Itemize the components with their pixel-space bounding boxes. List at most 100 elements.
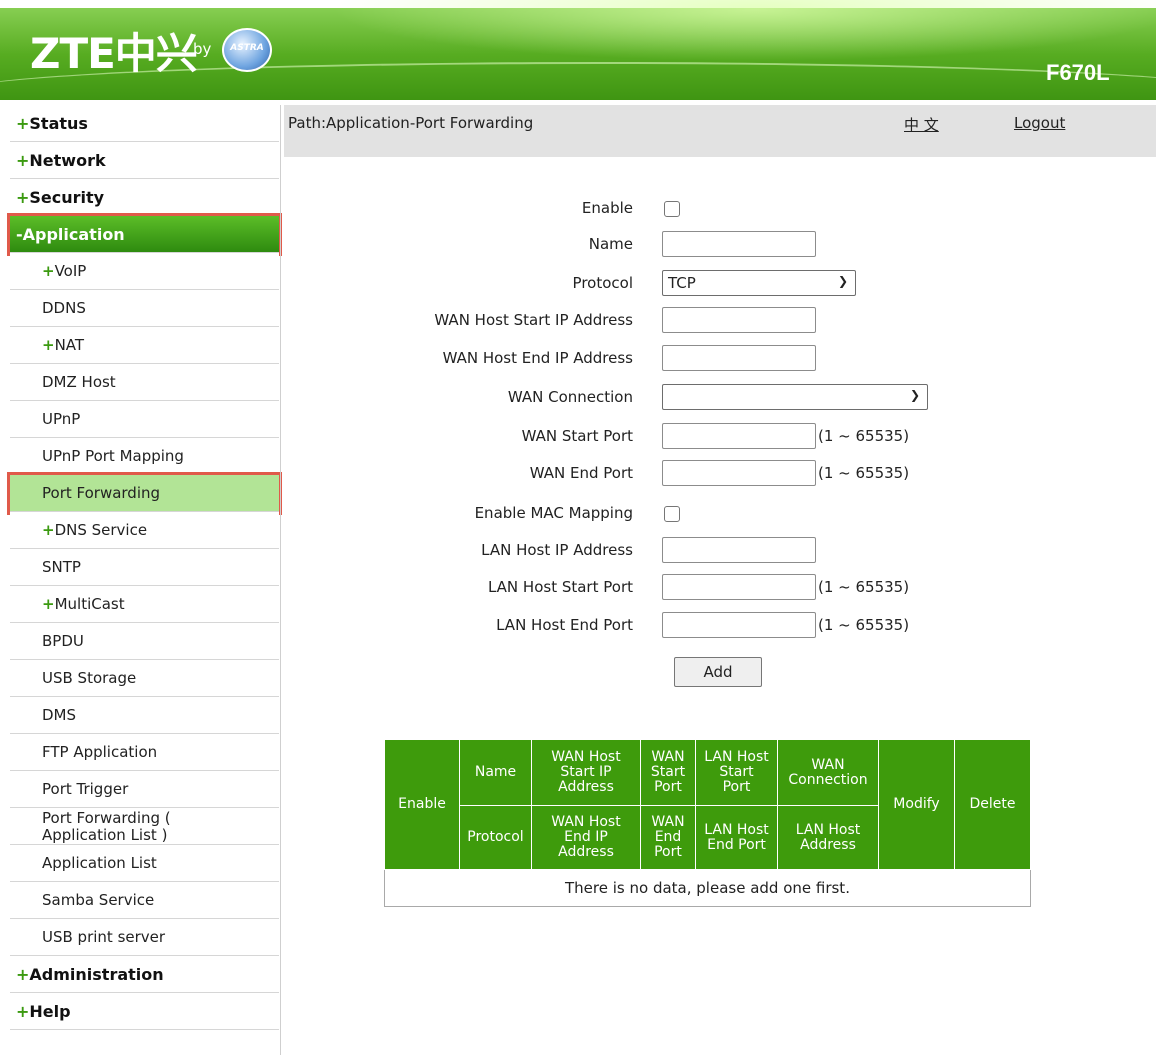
path-bar: Path:Application-Port Forwarding 中 文 Log… — [284, 105, 1156, 157]
sidebar-item-voip[interactable]: +VoIP — [10, 253, 279, 290]
sidebar-item-label: NAT — [54, 336, 85, 354]
sidebar-item-sntp[interactable]: SNTP — [10, 549, 279, 586]
plus-icon: + — [16, 114, 30, 133]
sidebar-item-port-forwarding[interactable]: Port Forwarding — [10, 475, 279, 512]
sidebar-item-administration[interactable]: +Administration — [10, 956, 279, 993]
logout-link[interactable]: Logout — [1014, 114, 1065, 132]
wan-start-port-input[interactable] — [662, 423, 816, 449]
sidebar-item-application[interactable]: -Application — [10, 216, 279, 253]
header-banner: ZTE中兴 by ASTRA F670L — [0, 0, 1156, 100]
wan-connection-select[interactable]: ❯ — [662, 384, 928, 410]
sidebar-item-help[interactable]: +Help — [10, 993, 279, 1030]
lan-host-end-port-label: LAN Host End Port — [496, 616, 633, 634]
sidebar-item-label: BPDU — [42, 632, 84, 650]
form-row-name: Name — [284, 231, 1156, 259]
sidebar-item-dns-service[interactable]: +DNS Service — [10, 512, 279, 549]
port-forwarding-table: Enable Name WAN Host Start IP Address WAN S… — [384, 739, 1031, 907]
wan-end-port-input[interactable] — [662, 460, 816, 486]
col-enable: Enable — [384, 739, 460, 870]
form-row-wan-connection: WAN Connection ❯ — [284, 384, 1156, 412]
sidebar-item-label: Security — [29, 188, 105, 207]
sidebar-divider — [280, 105, 281, 1055]
lan-host-start-port-label: LAN Host Start Port — [487, 578, 633, 596]
sidebar-item-nat[interactable]: +NAT — [10, 327, 279, 364]
sidebar-item-label: SNTP — [42, 558, 81, 576]
col-delete: Delete — [954, 739, 1031, 870]
port-range-hint: (1 ~ 65535) — [818, 464, 910, 482]
plus-icon: + — [16, 965, 30, 984]
add-button[interactable]: Add — [674, 657, 762, 687]
wan-connection-label: WAN Connection — [507, 388, 633, 406]
protocol-value: TCP — [668, 274, 696, 292]
col-lan-host-end-port: LAN Host End Port — [695, 805, 778, 870]
sidebar-item-network[interactable]: +Network — [10, 142, 279, 179]
sidebar-item-ddns[interactable]: DDNS — [10, 290, 279, 327]
sidebar-item-label: USB print server — [42, 928, 166, 946]
wan-host-end-ip-label: WAN Host End IP Address — [442, 349, 633, 367]
sidebar-item-label: Port Forwarding — [42, 484, 161, 502]
col-wan-connection: WAN Connection — [777, 739, 879, 806]
sidebar-item-label: VoIP — [54, 262, 87, 280]
plus-icon: + — [16, 1002, 30, 1021]
col-wan-host-start-ip: WAN Host Start IP Address — [531, 739, 641, 806]
col-wan-host-end-ip: WAN Host End IP Address — [531, 805, 641, 870]
wan-host-start-ip-input[interactable] — [662, 307, 816, 333]
form-row-wan-start-port: WAN Start Port (1 ~ 65535) — [284, 423, 1156, 451]
port-range-hint: (1 ~ 65535) — [818, 427, 910, 445]
enable-checkbox[interactable] — [664, 201, 680, 217]
sidebar-item-label: DDNS — [42, 299, 86, 317]
sidebar-item-label: DMZ Host — [42, 373, 116, 391]
minus-icon: - — [16, 225, 23, 244]
sidebar-item-security[interactable]: +Security — [10, 179, 279, 216]
form-row-enable-mac-mapping: Enable MAC Mapping — [284, 500, 1156, 528]
lan-host-start-port-input[interactable] — [662, 574, 816, 600]
col-modify: Modify — [878, 739, 955, 870]
form-row-lan-host-start-port: LAN Host Start Port (1 ~ 65535) — [284, 574, 1156, 602]
sidebar-item-label: FTP Application — [42, 743, 158, 761]
header-glow — [260, 0, 1156, 70]
lan-host-end-port-input[interactable] — [662, 612, 816, 638]
sidebar-item-label: Application — [22, 225, 125, 244]
zte-logo: ZTE中兴 — [30, 29, 198, 78]
enable-mac-mapping-label: Enable MAC Mapping — [474, 504, 633, 522]
wan-start-port-label: WAN Start Port — [521, 427, 633, 445]
port-range-hint: (1 ~ 65535) — [818, 616, 910, 634]
chevron-down-icon: ❯ — [909, 388, 920, 402]
sidebar-item-label: UPnP Port Mapping — [42, 447, 184, 465]
sidebar-item-dms[interactable]: DMS — [10, 697, 279, 734]
wan-host-start-ip-label: WAN Host Start IP Address — [434, 311, 633, 329]
empty-table-message: There is no data, please add one first. — [384, 869, 1031, 907]
model-name: F670L — [1046, 60, 1110, 85]
sidebar-item-label: Help — [29, 1002, 71, 1021]
sidebar-item-multicast[interactable]: +MultiCast — [10, 586, 279, 623]
sidebar-item-upnp[interactable]: UPnP — [10, 401, 279, 438]
col-lan-host-start-port: LAN Host Start Port — [695, 739, 778, 806]
form-row-enable: Enable — [284, 195, 1156, 223]
chevron-down-icon: ❯ — [837, 274, 848, 288]
sidebar-item-status[interactable]: +Status — [10, 105, 279, 142]
sidebar-item-application-list[interactable]: Application List — [10, 845, 279, 882]
name-input[interactable] — [662, 231, 816, 257]
name-label: Name — [588, 235, 633, 253]
wan-host-end-ip-input[interactable] — [662, 345, 816, 371]
sidebar-item-upnp-port-mapping[interactable]: UPnP Port Mapping — [10, 438, 279, 475]
sidebar-item-usb-storage[interactable]: USB Storage — [10, 660, 279, 697]
sidebar-item-ftp-application[interactable]: FTP Application — [10, 734, 279, 771]
sidebar-item-usb-print-server[interactable]: USB print server — [10, 919, 279, 956]
form-row-wan-host-end-ip: WAN Host End IP Address — [284, 345, 1156, 373]
plus-icon: + — [42, 595, 55, 613]
plus-icon: + — [16, 151, 30, 170]
language-link[interactable]: 中 文 — [904, 114, 939, 135]
sidebar-item-port-forwarding-application-list[interactable]: Port Forwarding ( Application List ) — [10, 808, 279, 845]
form-row-protocol: Protocol TCP ❯ — [284, 270, 1156, 298]
plus-icon: + — [42, 521, 55, 539]
protocol-select[interactable]: TCP ❯ — [662, 270, 856, 296]
sidebar-item-bpdu[interactable]: BPDU — [10, 623, 279, 660]
sidebar-item-samba-service[interactable]: Samba Service — [10, 882, 279, 919]
sidebar-item-label: Application List — [42, 854, 157, 872]
sidebar-item-port-trigger[interactable]: Port Trigger — [10, 771, 279, 808]
enable-mac-mapping-checkbox[interactable] — [664, 506, 680, 522]
form-row-wan-host-start-ip: WAN Host Start IP Address — [284, 307, 1156, 335]
sidebar-item-dmz-host[interactable]: DMZ Host — [10, 364, 279, 401]
lan-host-ip-input[interactable] — [662, 537, 816, 563]
